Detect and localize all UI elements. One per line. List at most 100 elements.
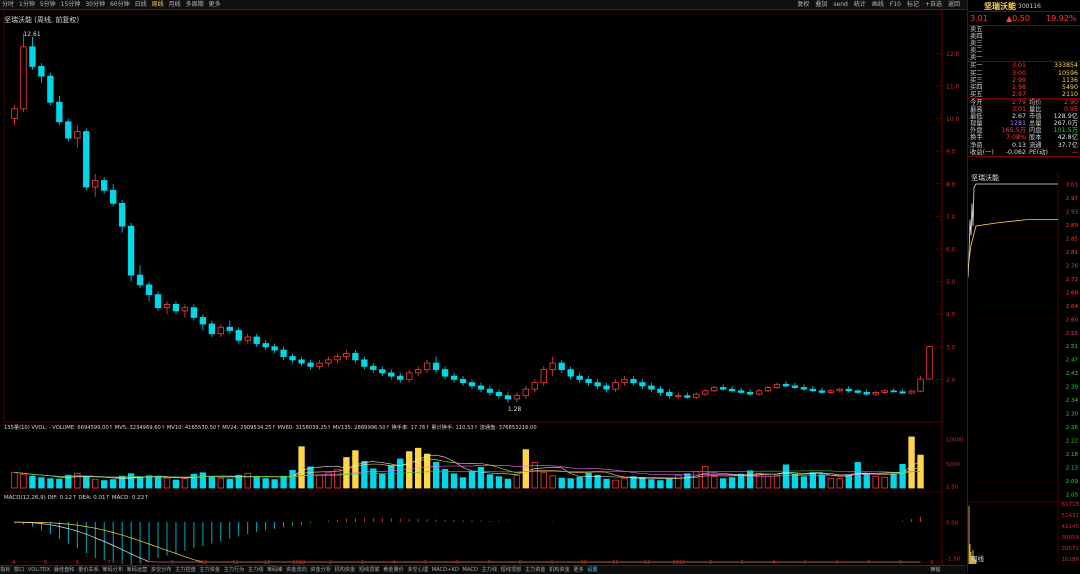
period-tab[interactable]: 5分钟 [40,1,56,8]
candle[interactable] [746,392,754,395]
volume-bar[interactable] [746,470,754,489]
volume-bar[interactable] [459,477,467,489]
volume-bar[interactable] [540,472,547,489]
volume-bar[interactable] [773,474,781,489]
candle[interactable] [737,390,745,393]
candle[interactable] [127,225,135,276]
volume-bar[interactable] [154,476,162,489]
candle[interactable] [899,391,906,394]
candle[interactable] [379,369,386,374]
volume-bar[interactable] [145,475,153,489]
volume-bar[interactable] [29,475,36,489]
candle[interactable] [720,387,727,390]
volume-bar[interactable] [74,472,81,489]
volume-bar[interactable] [612,479,619,489]
candle[interactable] [657,388,664,393]
candle[interactable] [280,349,287,357]
indicator-tab[interactable]: 主力资金 [199,567,220,573]
volume-bar[interactable] [621,477,628,489]
candle[interactable] [648,385,655,390]
period-tab[interactable]: 月线 [169,1,181,8]
volume-bar[interactable] [343,457,350,489]
candle[interactable] [450,375,458,380]
candle[interactable] [92,180,99,188]
volume-bar[interactable] [136,477,144,489]
volume-bar[interactable] [549,475,556,489]
indicator-tab[interactable]: MACD+KD [432,567,459,573]
volume-bar[interactable] [693,471,700,489]
volume-bar[interactable] [307,466,314,489]
volume-bar[interactable] [298,446,305,489]
candle[interactable] [226,326,233,331]
mini-svg[interactable]: 坚瑞沃能 3.01 2.97 2.93 2.89 2.85 2.81 2.76 2.72 2.68… [968,172,1080,564]
volume-bar[interactable] [513,474,521,489]
candle[interactable] [163,304,171,309]
candle[interactable] [854,390,861,393]
tool-button[interactable]: 复权 [797,1,809,8]
candle[interactable] [477,385,485,390]
indicator-tab[interactable]: 窗口 [14,567,24,573]
candle[interactable] [755,390,763,395]
candle[interactable] [74,131,81,139]
kline-chart[interactable]: 坚瑞沃能 (周线, 前复权) 12.0 11.0 10.0 9.0 8.0 7.0 6.0 5.… [0,10,966,565]
candle[interactable] [244,336,251,341]
volume-bar[interactable] [666,478,673,489]
indicator-tab[interactable]: 黄金量价 [383,567,404,573]
candle[interactable] [65,121,72,139]
candle[interactable] [513,395,521,400]
candle[interactable] [190,307,198,318]
candle[interactable] [334,356,341,361]
indicator-tab[interactable]: 更多 [573,567,583,573]
candle[interactable] [199,317,207,325]
candle[interactable] [20,46,27,110]
candle[interactable] [782,383,790,387]
candle[interactable] [414,369,422,374]
candle[interactable] [289,356,296,361]
candle[interactable] [441,369,449,377]
candle[interactable] [235,330,242,341]
volume-bar[interactable] [441,468,449,489]
candle[interactable] [827,390,835,393]
volume-bar[interactable] [92,478,99,489]
volume-bar[interactable] [854,462,861,489]
candle[interactable] [818,390,826,393]
volume-bar[interactable] [450,473,458,489]
volume-bar[interactable] [603,478,610,489]
tool-button[interactable]: 叠加 [815,1,827,8]
volume-bar[interactable] [800,476,808,489]
volume-bar[interactable] [899,464,906,489]
candle[interactable] [621,378,628,384]
candle[interactable] [56,101,63,123]
volume-bar[interactable] [755,472,763,489]
volume-bar[interactable] [908,436,915,489]
candle[interactable] [109,189,117,204]
volume-bar[interactable] [181,478,189,489]
candle[interactable] [325,359,332,364]
volume-bar[interactable] [782,464,790,489]
volume-bar[interactable] [684,473,691,489]
candle[interactable] [881,390,888,393]
candle[interactable] [29,46,36,67]
volume-bar[interactable] [20,473,27,489]
period-tab[interactable]: 周线 [152,1,164,8]
candle[interactable] [47,75,54,103]
volume-bar[interactable] [271,479,278,489]
volume-bar[interactable] [728,477,736,489]
indicator-tab[interactable]: 最佳盘和 [54,567,75,573]
candle[interactable] [684,395,691,398]
candle[interactable] [208,323,216,335]
volume-bar[interactable] [262,478,269,489]
candle[interactable] [666,392,673,397]
volume-bar[interactable] [558,477,565,489]
candle[interactable] [253,336,260,344]
candle[interactable] [585,378,592,384]
indicator-tab[interactable]: 量价关系 [78,567,99,573]
volume-bar[interactable] [217,477,224,489]
volume-bar[interactable] [316,474,323,489]
candle[interactable] [343,352,350,357]
candle[interactable] [136,274,144,286]
candle[interactable] [702,390,709,395]
volume-bar[interactable] [495,476,503,489]
indicator-tab[interactable]: 筹码运营 [127,567,148,573]
volume-bar[interactable] [720,478,727,489]
